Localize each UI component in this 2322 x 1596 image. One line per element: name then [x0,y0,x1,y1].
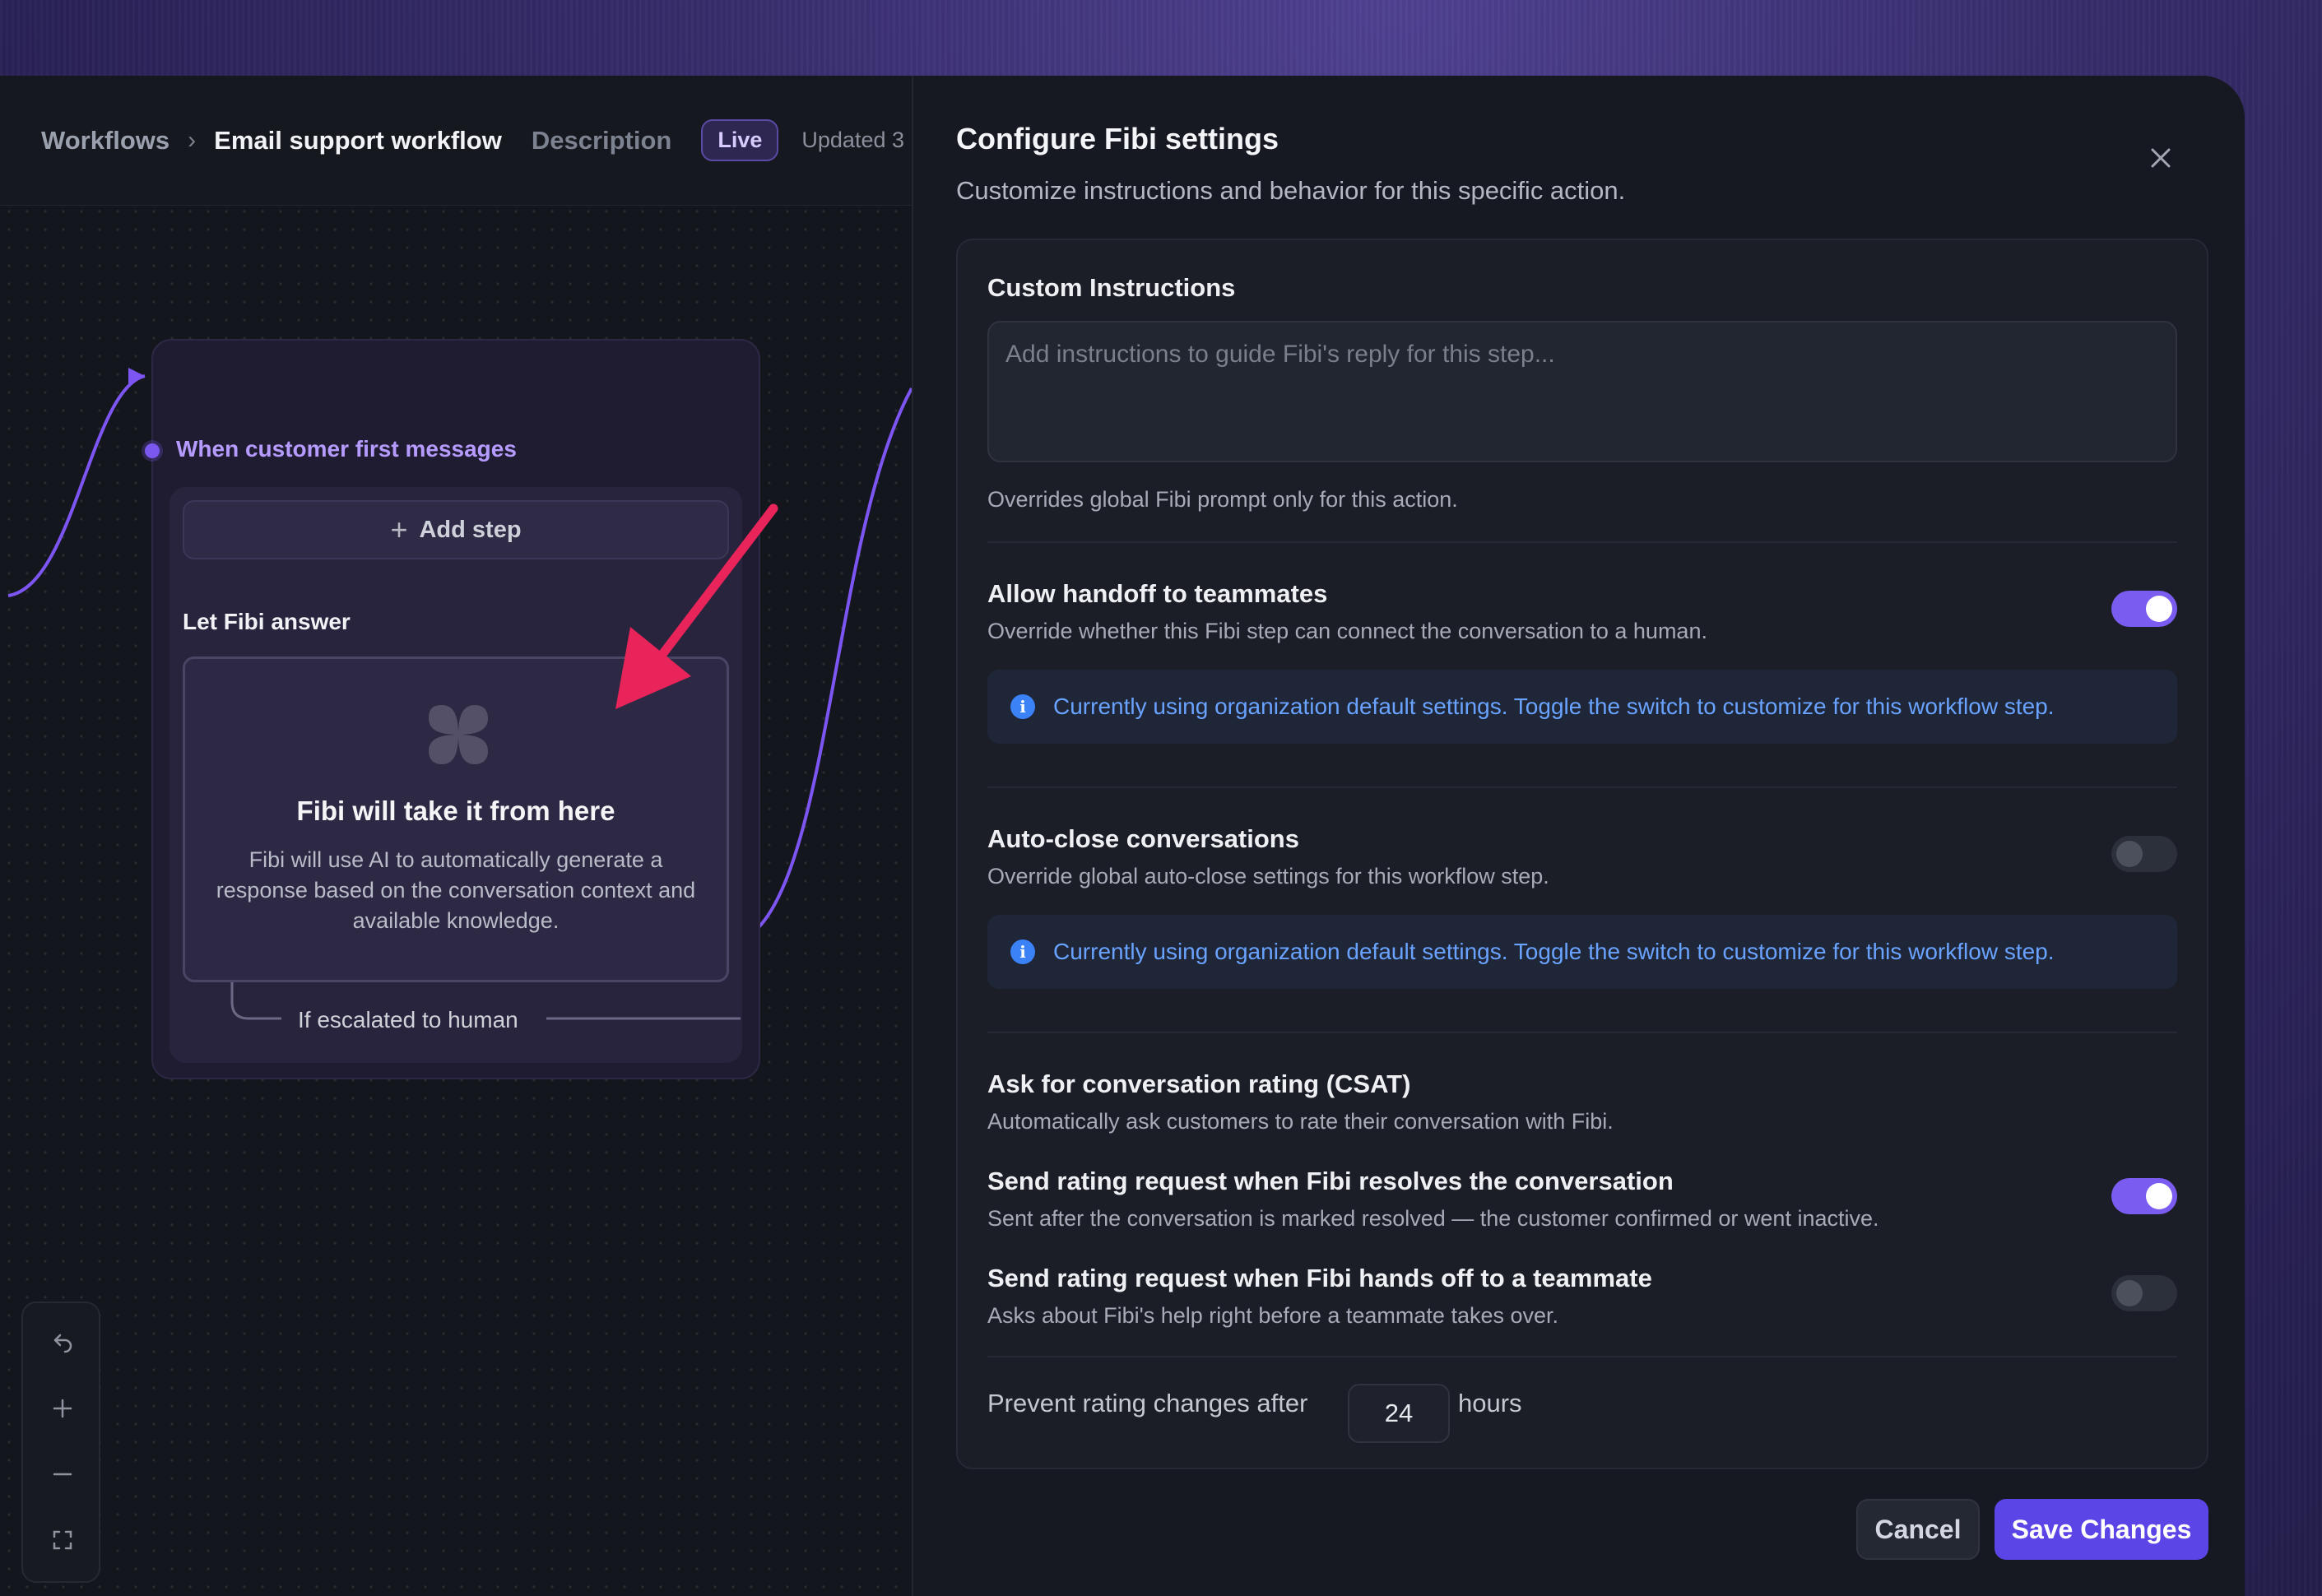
save-changes-button[interactable]: Save Changes [1995,1499,2208,1560]
prevent-changes-hours-input[interactable] [1348,1384,1450,1443]
auto-close-info-text: Currently using organization default set… [1053,939,2055,964]
csat-description: Automatically ask customers to rate thei… [987,1109,1614,1134]
fibi-settings-panel: Configure Fibi settings Customize instru… [912,76,2245,1596]
divider [987,786,2177,788]
handoff-label: Allow handoff to teammates [987,579,1328,608]
trigger-label: When customer first messages [176,436,517,462]
add-step-label: Add step [419,516,522,543]
fibi-logo-icon [429,705,488,764]
fibi-card-title: Fibi will take it from here [296,796,615,826]
divider [987,1032,2177,1033]
fibi-card-description: Fibi will use AI to automatically genera… [216,847,696,933]
prevent-changes-label: Prevent rating changes after [987,1389,1308,1417]
toggle-knob [2146,1183,2172,1209]
zoom-in-icon[interactable] [23,1384,102,1433]
auto-close-info-banner: i Currently using organization default s… [987,915,2177,989]
cancel-button[interactable]: Cancel [1856,1499,1980,1560]
panel-subtitle: Customize instructions and behavior for … [956,176,1626,205]
undo-icon[interactable] [23,1318,102,1367]
escalation-branch-label[interactable]: If escalated to human [298,1007,518,1033]
description-link[interactable]: Description [532,126,672,155]
workflow-header: Workflows › Email support workflow Descr… [0,76,912,206]
zoom-out-icon[interactable] [23,1450,102,1499]
annotation-arrow-icon [615,503,778,709]
app-window: Workflows › Email support workflow Descr… [0,76,2245,1596]
toggle-knob [2146,596,2172,622]
toggle-knob [2116,1280,2143,1306]
csat-resolve-toggle[interactable] [2111,1178,2177,1214]
auto-close-label: Auto-close conversations [987,824,1299,853]
handoff-info-text: Currently using organization default set… [1053,694,2055,719]
csat-handoff-toggle[interactable] [2111,1275,2177,1311]
prevent-changes-unit: hours [1458,1389,1522,1417]
updated-timestamp: Updated 3 [801,128,904,152]
status-badge: Live [701,119,779,161]
canvas-zoom-controls [21,1301,100,1583]
divider [987,1356,2177,1357]
info-icon: i [1010,940,1035,964]
toggle-knob [2116,841,2143,867]
plus-icon: + [390,513,408,546]
custom-instructions-hint: Overrides global Fibi prompt only for th… [987,487,1458,512]
breadcrumb-workflows[interactable]: Workflows [41,126,170,155]
auto-close-toggle[interactable] [2111,836,2177,872]
csat-resolve-label: Send rating request when Fibi resolves t… [987,1167,1674,1195]
workflow-title[interactable]: Email support workflow [214,126,502,155]
info-icon: i [1010,694,1035,719]
handoff-description: Override whether this Fibi step can conn… [987,619,1707,643]
fit-view-icon[interactable] [23,1515,102,1565]
divider [987,541,2177,543]
custom-instructions-input[interactable] [987,321,2177,462]
csat-resolve-description: Sent after the conversation is marked re… [987,1206,1879,1231]
connection-handle[interactable] [145,443,160,458]
auto-close-description: Override global auto-close settings for … [987,864,1549,888]
handoff-toggle[interactable] [2111,591,2177,627]
csat-handoff-label: Send rating request when Fibi hands off … [987,1264,1652,1292]
step-section-label: Let Fibi answer [183,609,351,634]
close-icon[interactable] [2141,138,2180,178]
custom-instructions-label: Custom Instructions [987,273,1236,302]
csat-label: Ask for conversation rating (CSAT) [987,1069,1411,1098]
csat-handoff-description: Asks about Fibi's help right before a te… [987,1303,1559,1328]
handoff-info-banner: i Currently using organization default s… [987,670,2177,744]
settings-card: Custom Instructions Overrides global Fib… [956,239,2208,1469]
workflow-canvas[interactable]: Workflows › Email support workflow Descr… [0,76,912,1596]
chevron-right-icon: › [188,126,197,154]
panel-title: Configure Fibi settings [956,122,1279,155]
